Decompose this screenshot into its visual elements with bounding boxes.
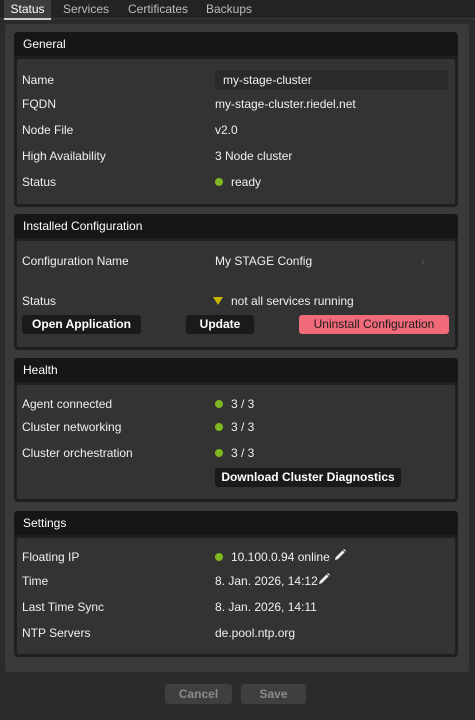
ntp-servers-value: de.pool.ntp.org <box>215 626 296 640</box>
tab-services[interactable]: Services <box>57 0 115 19</box>
general-title: General <box>14 32 458 56</box>
floating-ip-value: 10.100.0.94 online <box>231 550 330 564</box>
tab-status[interactable]: Status <box>4 0 51 20</box>
floating-ip-label: Floating IP <box>22 550 80 564</box>
tab-bar: Status Services Certificates Backups <box>0 0 475 20</box>
time-label: Time <box>22 574 49 588</box>
cluster-networking-label: Cluster networking <box>22 420 122 434</box>
green-dot-icon <box>215 400 223 408</box>
last-time-sync-label: Last Time Sync <box>22 600 105 614</box>
open-application-button[interactable]: Open Application <box>22 315 141 334</box>
general-section: General Name my-stage-cluster FQDN my-st… <box>14 32 458 207</box>
configuration-status-label: Status <box>22 294 57 308</box>
health-section: Health Agent connected 3 / 3 Cluster net… <box>14 358 458 502</box>
pencil-icon[interactable] <box>333 548 347 562</box>
download-cluster-diagnostics-button[interactable]: Download Cluster Diagnostics <box>215 468 401 487</box>
configuration-name-label: Configuration Name <box>22 254 129 268</box>
configuration-status-value: not all services running <box>231 294 354 308</box>
last-time-sync-value: 8. Jan. 2026, 14:11 <box>215 600 317 614</box>
ntp-servers-label: NTP Servers <box>22 626 91 640</box>
green-dot-icon <box>215 423 223 431</box>
pencil-icon[interactable] <box>317 572 331 586</box>
settings-title: Settings <box>14 511 458 535</box>
name-label: Name <box>22 73 55 87</box>
status-panel: General Name my-stage-cluster FQDN my-st… <box>5 24 469 672</box>
cluster-networking-value: 3 / 3 <box>231 420 255 434</box>
uninstall-configuration-button[interactable]: Uninstall Configuration <box>299 315 449 334</box>
node-file-value: v2.0 <box>215 123 238 137</box>
green-dot-icon <box>215 178 223 186</box>
status-value: ready <box>231 175 262 189</box>
cancel-button[interactable]: Cancel <box>165 684 232 704</box>
settings-section: Settings Floating IP 10.100.0.94 online … <box>14 511 458 657</box>
health-title: Health <box>14 358 458 382</box>
health-body: Agent connected 3 / 3 Cluster networking… <box>17 385 455 499</box>
tab-backups[interactable]: Backups <box>201 0 257 19</box>
cluster-orchestration-value: 3 / 3 <box>231 446 255 460</box>
installed-configuration-section: Installed Configuration Configuration Na… <box>14 214 458 350</box>
agent-connected-value: 3 / 3 <box>231 397 255 411</box>
configuration-name-value: My STAGE Config <box>215 254 313 268</box>
fqdn-value: my-stage-cluster.riedel.net <box>215 97 356 111</box>
high-availability-label: High Availability <box>22 149 106 163</box>
installed-configuration-title: Installed Configuration <box>14 214 458 238</box>
update-button[interactable]: Update <box>186 315 254 334</box>
installed-configuration-body: Configuration Name My STAGE Config › Sta… <box>17 241 455 347</box>
status-label: Status <box>22 175 57 189</box>
warning-triangle-icon <box>213 297 223 305</box>
fqdn-label: FQDN <box>22 97 56 111</box>
node-file-label: Node File <box>22 123 74 137</box>
time-value: 8. Jan. 2026, 14:12 <box>215 574 318 588</box>
high-availability-value: 3 Node cluster <box>215 149 293 163</box>
save-button[interactable]: Save <box>241 684 306 704</box>
agent-connected-label: Agent connected <box>22 397 113 411</box>
cluster-name-field[interactable]: my-stage-cluster <box>215 70 448 90</box>
settings-body: Floating IP 10.100.0.94 online Time 8. J… <box>17 538 455 654</box>
green-dot-icon <box>215 449 223 457</box>
tab-certificates[interactable]: Certificates <box>121 0 195 19</box>
general-body: Name my-stage-cluster FQDN my-stage-clus… <box>17 59 455 204</box>
cluster-orchestration-label: Cluster orchestration <box>22 446 133 460</box>
chevron-right-icon[interactable]: › <box>421 254 425 268</box>
green-dot-icon <box>215 553 223 561</box>
